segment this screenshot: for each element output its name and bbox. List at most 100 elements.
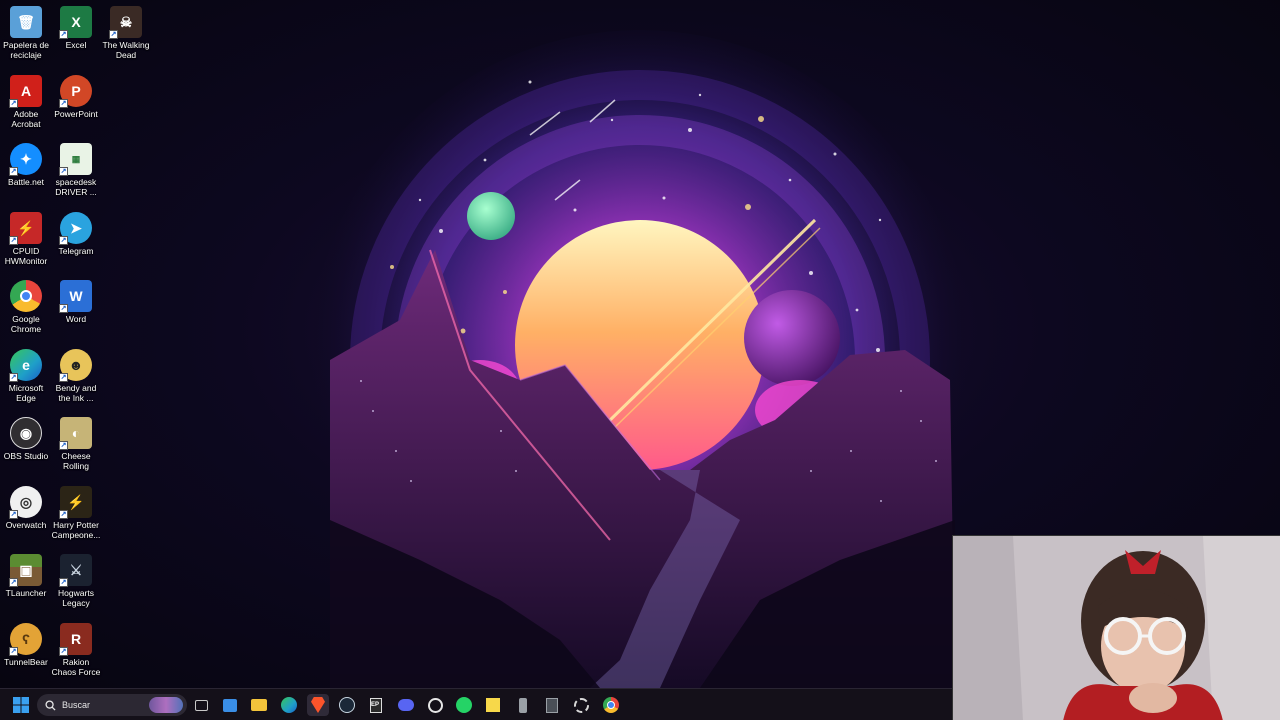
calculator-icon	[546, 697, 558, 713]
brave-icon	[311, 697, 325, 713]
desktop-icon-label: Battle.net	[8, 177, 44, 187]
whatsapp-icon	[456, 697, 472, 713]
desktop-icon-battlenet[interactable]: ✦ ↗ Battle.net	[0, 137, 52, 187]
desktop-icon-label: Excel	[65, 40, 87, 50]
taskbar-whatsapp[interactable]	[453, 694, 475, 716]
desktop-icon-chrome[interactable]: Google Chrome	[0, 274, 52, 334]
taskbar-chatgpt[interactable]	[424, 694, 446, 716]
tunnelbear-icon: ʕ ↗	[9, 623, 42, 656]
taskbar-epic-games[interactable]: EP	[365, 694, 387, 716]
search-icon	[45, 699, 56, 711]
telegram-icon: ➤ ↗	[59, 212, 92, 245]
taskbar-file-explorer[interactable]	[248, 694, 270, 716]
desktop-icon-spacedesk[interactable]: ▦ ↗ spacedesk DRIVER ...	[50, 137, 102, 197]
recycle-bin-icon: 🗑	[10, 6, 42, 38]
desktop-icon-label: Adobe Acrobat	[11, 109, 41, 129]
snipping-tool-icon	[573, 697, 589, 713]
taskbar-steam[interactable]	[336, 694, 358, 716]
spacedesk-icon: ▦ ↗	[59, 143, 92, 176]
desktop-icon-hogwarts-legacy[interactable]: ⚔ ↗ Hogwarts Legacy	[50, 548, 102, 608]
desktop-icon-label: Cheese Rolling	[61, 451, 91, 471]
chrome-icon	[10, 280, 42, 312]
taskbar-microsoft-store[interactable]	[219, 694, 241, 716]
taskbar-snipping-tool[interactable]	[570, 694, 592, 716]
steam-icon	[339, 697, 355, 713]
cheese-rolling-icon: ◐ ↗	[59, 417, 92, 450]
desktop-icon-label: Hogwarts Legacy	[58, 588, 94, 608]
desktop-icon-acrobat[interactable]: A ↗ Adobe Acrobat	[0, 69, 52, 129]
taskbar-brave[interactable]	[307, 694, 329, 716]
desktop-icon-overwatch[interactable]: ◎ ↗ Overwatch	[0, 480, 52, 530]
taskbar-usb-device[interactable]	[512, 694, 534, 716]
desktop-icon-label: OBS Studio	[3, 451, 49, 461]
hogwarts-legacy-icon: ⚔ ↗	[59, 554, 92, 587]
desktop-icon-label: Bendy and the Ink ...	[55, 383, 97, 403]
desktop-icon-harry-potter[interactable]: ⚡ ↗ Harry Potter Campeone...	[50, 480, 102, 540]
desktop-icon-label: spacedesk DRIVER ...	[55, 177, 97, 197]
desktop-icon-tlauncher[interactable]: ▣ ↗ TLauncher	[0, 548, 52, 598]
epic-games-icon: EP	[370, 697, 382, 713]
word-icon: W ↗	[59, 280, 92, 313]
start-button[interactable]	[10, 694, 32, 716]
webcam-overlay	[952, 535, 1280, 720]
desktop-icon-label: Microsoft Edge	[8, 383, 44, 403]
chatgpt-icon	[427, 697, 443, 713]
desktop-icon-label: Telegram	[58, 246, 94, 256]
desktop-icon-word[interactable]: W ↗ Word	[50, 274, 102, 324]
taskbar-calculator[interactable]	[541, 694, 563, 716]
taskbar-chrome[interactable]	[600, 694, 622, 716]
desktop-icon-excel[interactable]: X ↗ Excel	[50, 0, 102, 50]
windows-start-icon	[13, 697, 29, 713]
desktop-icon-bendy[interactable]: ☻ ↗ Bendy and the Ink ...	[50, 343, 102, 403]
desktop-icon-papelera[interactable]: 🗑 Papelera de reciclaje	[0, 0, 52, 60]
edge-icon: e ↗	[9, 349, 42, 382]
hwmonitor-icon: ⚡ ↗	[9, 212, 42, 245]
task-view-icon	[194, 699, 208, 711]
desktop-icon-label: Word	[65, 314, 87, 324]
taskbar-task-view[interactable]	[190, 694, 212, 716]
desktop-icon-label: Google Chrome	[10, 314, 42, 334]
desktop-icon-label: PowerPoint	[54, 109, 98, 119]
bendy-icon: ☻ ↗	[59, 349, 92, 382]
sticky-notes-icon	[486, 698, 500, 712]
desktop-icon-label: The Walking Dead	[102, 40, 150, 60]
powerpoint-icon: P ↗	[59, 75, 92, 108]
desktop-icon-label: Papelera de reciclaje	[3, 40, 49, 60]
excel-icon: X ↗	[59, 6, 92, 39]
rakion-icon: R ↗	[59, 623, 92, 656]
search-placeholder: Buscar	[62, 700, 91, 710]
taskbar-sticky-notes[interactable]	[482, 694, 504, 716]
folder-icon	[251, 699, 267, 711]
desktop-icon-label: CPUID HWMonitor	[4, 246, 48, 266]
desktop-icon-hwmonitor[interactable]: ⚡ ↗ CPUID HWMonitor	[0, 206, 52, 266]
desktop-icon-powerpoint[interactable]: P ↗ PowerPoint	[50, 69, 102, 119]
taskbar-search-box[interactable]: Buscar	[37, 694, 187, 716]
desktop-icon-obs[interactable]: ◉ OBS Studio	[0, 411, 52, 461]
taskbar-discord[interactable]	[395, 694, 417, 716]
desktop-icon-telegram[interactable]: ➤ ↗ Telegram	[50, 206, 102, 256]
desktop-icon-label: TLauncher	[5, 588, 47, 598]
desktop-icon-rakion[interactable]: R ↗ Rakion Chaos Force	[50, 617, 102, 677]
webcam-overlay-icon	[953, 536, 1280, 720]
desktop-icon-label: Harry Potter Campeone...	[51, 520, 101, 540]
walking-dead-icon: ☠ ↗	[109, 6, 142, 39]
desktop-icon-tunnelbear[interactable]: ʕ ↗ TunnelBear	[0, 617, 52, 667]
taskbar-edge[interactable]	[278, 694, 300, 716]
search-highlight-icon	[149, 697, 183, 713]
battlenet-icon: ✦ ↗	[9, 143, 42, 176]
store-icon	[223, 698, 237, 712]
overwatch-icon: ◎ ↗	[9, 486, 42, 519]
chrome-icon	[603, 697, 619, 713]
desktop-icon-cheese-rolling[interactable]: ◐ ↗ Cheese Rolling	[50, 411, 102, 471]
acrobat-icon: A ↗	[9, 75, 42, 108]
desktop-icon-edge[interactable]: e ↗ Microsoft Edge	[0, 343, 52, 403]
edge-icon	[281, 697, 297, 713]
desktop-icon-walking-dead[interactable]: ☠ ↗ The Walking Dead	[100, 0, 152, 60]
usb-icon	[519, 697, 527, 713]
obs-icon: ◉	[10, 417, 42, 449]
desktop-icon-label: TunnelBear	[4, 657, 48, 667]
discord-icon	[398, 699, 414, 711]
desktop-icon-label: Overwatch	[5, 520, 47, 530]
desktop-icon-label: Rakion Chaos Force	[51, 657, 101, 677]
tlauncher-icon: ▣ ↗	[9, 554, 42, 587]
